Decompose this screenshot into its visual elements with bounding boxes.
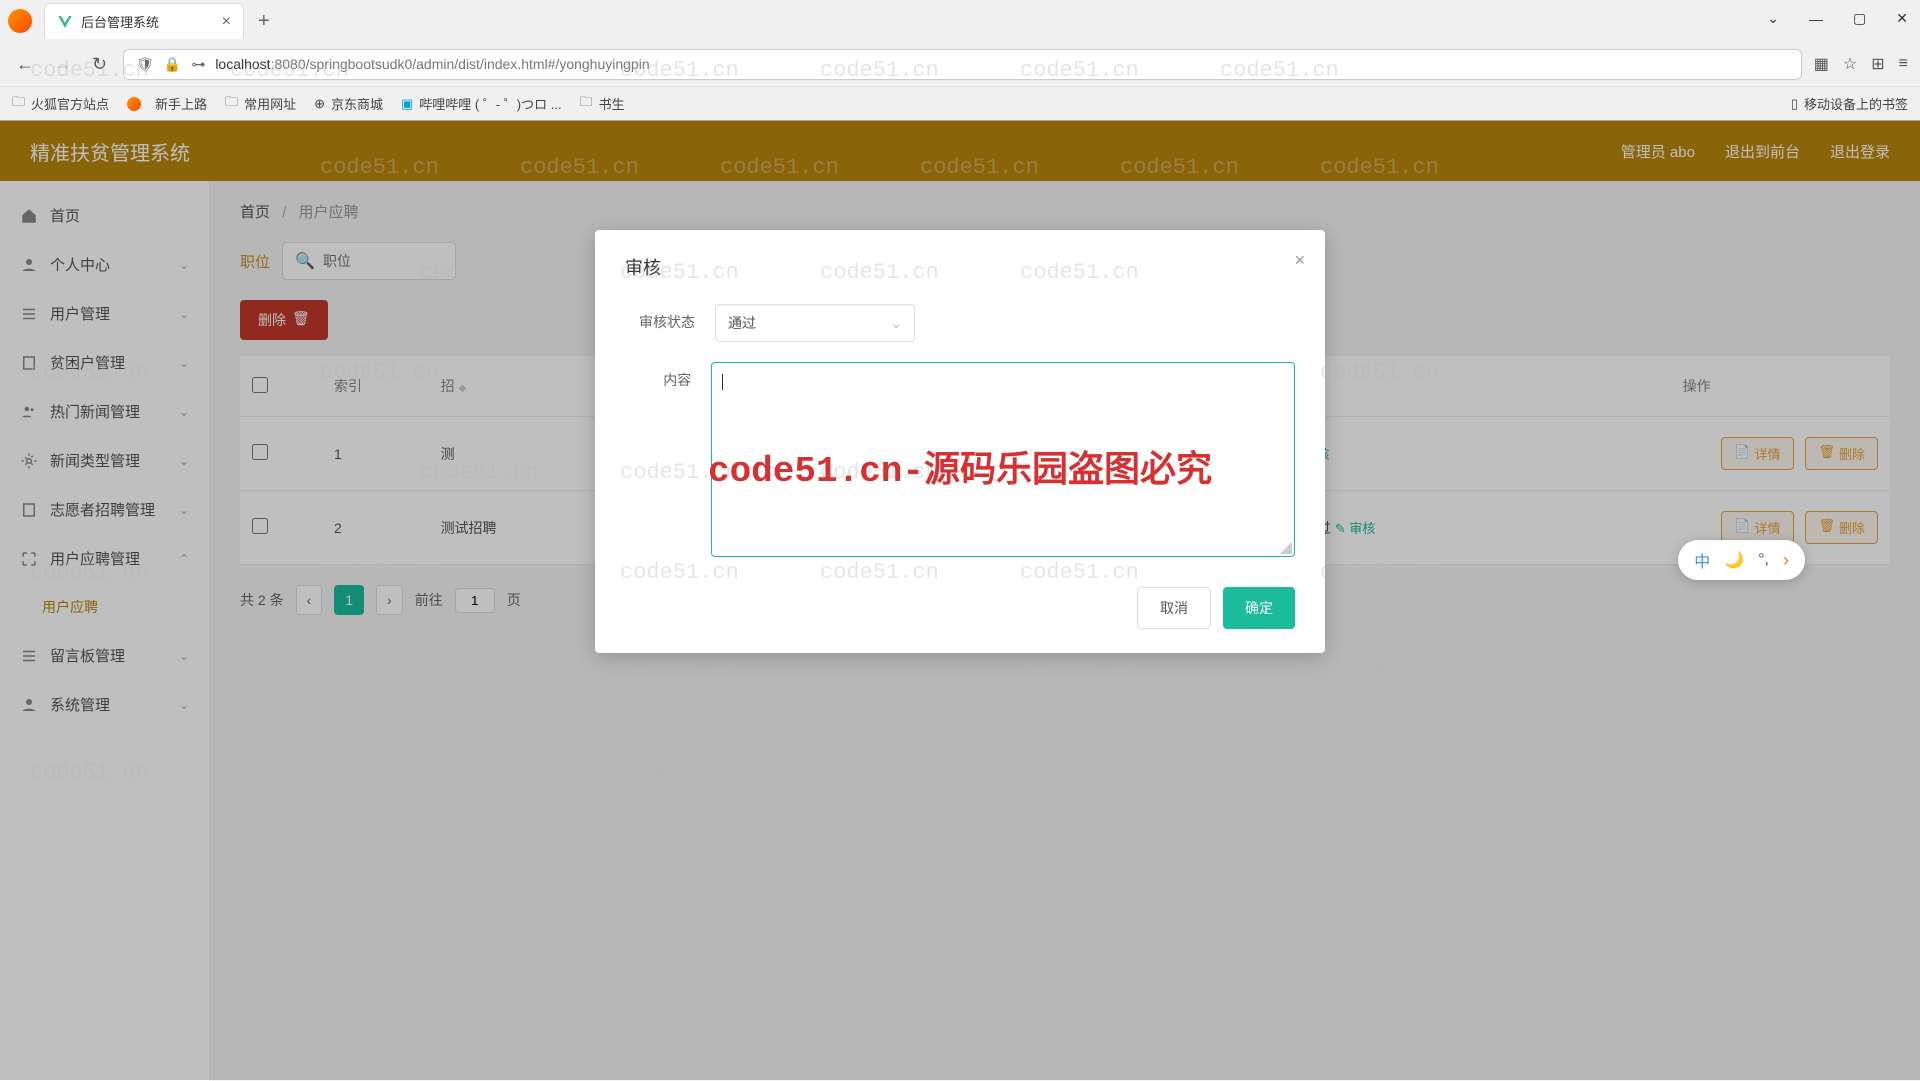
modal-footer: 取消 确定 <box>625 587 1295 629</box>
minimize-button[interactable]: — <box>1803 5 1829 33</box>
extension-icon[interactable]: ⊞ <box>1871 54 1884 74</box>
nav-bar: ← → ↻ 🛡 🔒 ⊶ localhost:8080/springbootsud… <box>0 42 1920 86</box>
bookmark-item[interactable]: ▣哔哩哔哩 ( ゜- ゜)つロ ... <box>401 94 562 113</box>
tab-bar: 后台管理系统 × + <box>0 0 1920 42</box>
status-label: 审核状态 <box>625 304 695 332</box>
shield-icon: 🛡 <box>136 56 154 73</box>
bilibili-icon: ▣ <box>401 96 413 112</box>
dropdown-icon[interactable]: ⌄ <box>1761 4 1785 33</box>
status-select[interactable]: 通过 ⌄ <box>715 304 915 342</box>
reload-button[interactable]: ↻ <box>88 50 111 79</box>
ime-punct[interactable]: °, <box>1758 551 1769 569</box>
globe-icon: ⊕ <box>314 96 325 112</box>
ime-moon-icon[interactable]: 🌙 <box>1724 550 1744 570</box>
bookmark-item[interactable]: 🗀书生 <box>580 93 625 115</box>
form-row-content: 内容 <box>625 362 1295 557</box>
ime-toolbar[interactable]: 中 🌙 °, › <box>1678 540 1805 580</box>
browser-tab[interactable]: 后台管理系统 × <box>44 3 244 39</box>
chevron-down-icon: ⌄ <box>890 315 902 332</box>
url-text: localhost:8080/springbootsudk0/admin/dis… <box>215 56 649 72</box>
firefox-icon <box>127 97 141 111</box>
bookmarks-bar: 🗀火狐官方站点 新手上路 🗀常用网址 ⊕京东商城 ▣哔哩哔哩 ( ゜- ゜)つロ… <box>0 86 1920 120</box>
modal-close-button[interactable]: × <box>1294 250 1305 271</box>
new-tab-button[interactable]: + <box>248 10 280 33</box>
mobile-icon: ▯ <box>1791 96 1798 112</box>
menu-icon[interactable]: ≡ <box>1899 55 1908 73</box>
form-row-status: 审核状态 通过 ⌄ <box>625 304 1295 342</box>
tab-title: 后台管理系统 <box>81 12 214 31</box>
ime-lang[interactable]: 中 <box>1694 548 1710 572</box>
folder-icon: 🗀 <box>225 93 238 115</box>
url-bar[interactable]: 🛡 🔒 ⊶ localhost:8080/springbootsudk0/adm… <box>123 49 1802 80</box>
bookmark-item[interactable]: ⊕京东商城 <box>314 94 383 113</box>
maximize-button[interactable]: ▢ <box>1847 4 1872 33</box>
bookmark-item[interactable]: 新手上路 <box>127 94 207 113</box>
modal-title: 审核 <box>625 254 1295 280</box>
ime-arrow-icon[interactable]: › <box>1783 550 1789 571</box>
bookmark-item[interactable]: 🗀常用网址 <box>225 93 296 115</box>
firefox-logo-icon[interactable] <box>8 9 32 33</box>
text-cursor <box>722 374 723 390</box>
toolbar-right: ▦ ☆ ⊞ ≡ <box>1814 54 1908 74</box>
window-controls: ⌄ — ▢ ✕ <box>1761 4 1914 33</box>
close-window-button[interactable]: ✕ <box>1890 4 1914 33</box>
forward-button[interactable]: → <box>50 50 76 79</box>
bookmark-item[interactable]: 🗀火狐官方站点 <box>12 93 109 115</box>
lock-icon: 🔒 <box>164 56 181 73</box>
mobile-bookmarks[interactable]: ▯移动设备上的书签 <box>1791 94 1908 113</box>
content-label: 内容 <box>625 362 691 390</box>
folder-icon: 🗀 <box>12 93 25 115</box>
folder-icon: 🗀 <box>580 93 593 115</box>
back-button[interactable]: ← <box>12 50 38 79</box>
audit-modal: 审核 × 审核状态 通过 ⌄ 内容 取消 确定 <box>595 230 1325 653</box>
vue-favicon-icon <box>57 14 73 30</box>
bookmark-star-icon[interactable]: ☆ <box>1843 54 1857 74</box>
browser-chrome: ⌄ — ▢ ✕ 后台管理系统 × + ← → ↻ 🛡 🔒 ⊶ localhost… <box>0 0 1920 121</box>
connection-icon: ⊶ <box>191 56 205 73</box>
tab-close-icon[interactable]: × <box>222 13 231 31</box>
qr-icon[interactable]: ▦ <box>1814 54 1829 74</box>
confirm-button[interactable]: 确定 <box>1223 587 1295 629</box>
content-textarea[interactable] <box>711 362 1295 557</box>
cancel-button[interactable]: 取消 <box>1137 587 1211 629</box>
